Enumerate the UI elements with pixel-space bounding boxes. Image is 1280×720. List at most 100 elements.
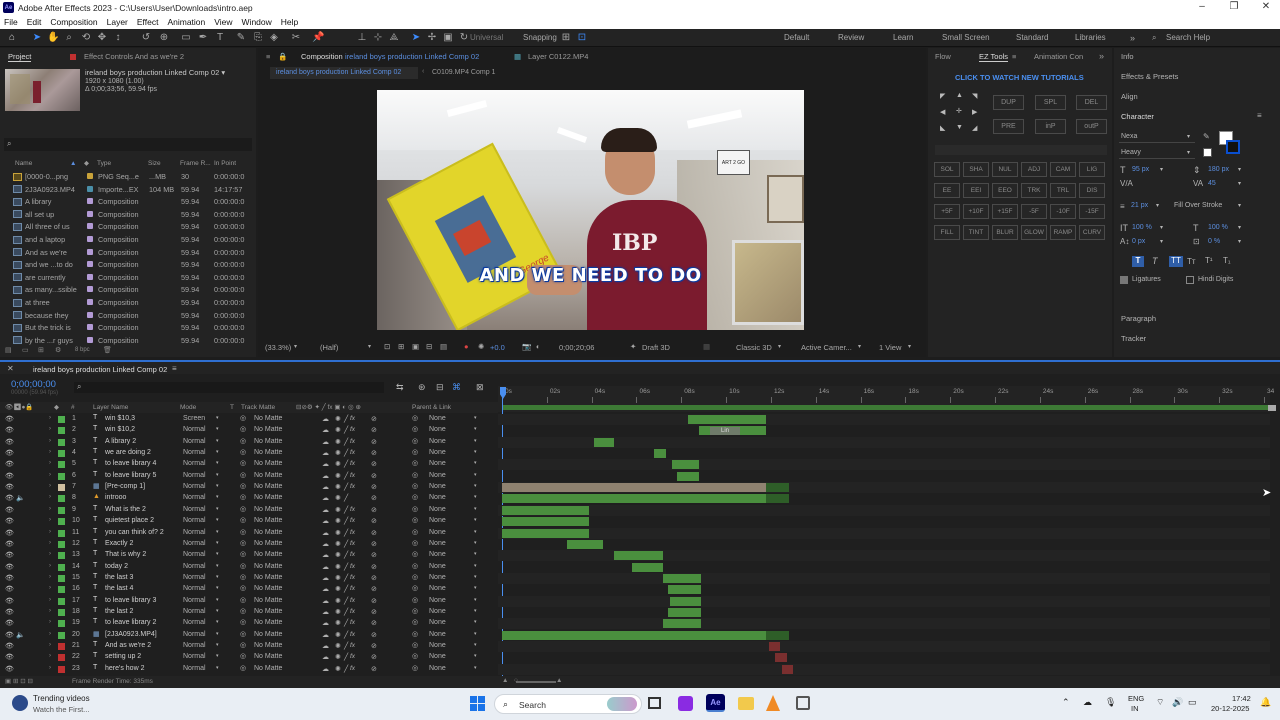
parent-chevron-icon[interactable]: ▾ bbox=[474, 438, 477, 444]
blend-mode-chevron-icon[interactable]: ▾ bbox=[216, 415, 219, 421]
expand-arrow-icon[interactable]: › bbox=[49, 608, 51, 614]
collapse-switch-icon[interactable]: ✺ bbox=[335, 529, 341, 537]
shy-switch-icon[interactable]: ☁ bbox=[322, 619, 329, 627]
parent-chevron-icon[interactable]: ▾ bbox=[474, 460, 477, 466]
tab-project[interactable]: Project bbox=[8, 52, 32, 62]
font-style-dropdown[interactable]: Heavy ▾ bbox=[1119, 148, 1195, 159]
track-matte-dropdown[interactable]: No Matte bbox=[254, 642, 282, 649]
paragraph-tab[interactable]: Paragraph bbox=[1121, 314, 1156, 323]
collapse-switch-icon[interactable]: ✺ bbox=[335, 483, 341, 491]
spl-button[interactable]: SPL bbox=[1035, 95, 1066, 110]
track-matte-dropdown[interactable]: No Matte bbox=[254, 597, 282, 604]
quality-switch-icon[interactable]: ╱ bbox=[344, 653, 348, 661]
vlc-app-icon[interactable] bbox=[766, 695, 780, 711]
zoom-slider-knob[interactable]: ○ bbox=[514, 677, 518, 684]
blend-mode-chevron-icon[interactable]: ▾ bbox=[216, 597, 219, 603]
language-secondary[interactable]: IN bbox=[1131, 704, 1139, 713]
comp-name-label[interactable]: ireland boys production Linked Comp 02 ▾ bbox=[85, 68, 225, 77]
menu-animation[interactable]: Animation bbox=[167, 17, 205, 27]
blend-mode-chevron-icon[interactable]: ▾ bbox=[216, 585, 219, 591]
parent-pickwhip-icon[interactable]: ◎ bbox=[412, 664, 418, 672]
zoom-slider[interactable] bbox=[516, 681, 556, 683]
parent-dropdown[interactable]: None bbox=[429, 653, 446, 660]
project-item[interactable]: A library Composition 59.94 0:00:00:0 bbox=[0, 195, 256, 208]
dup-button[interactable]: DUP bbox=[993, 95, 1024, 110]
ez-button-5f[interactable]: +5F bbox=[934, 204, 960, 219]
ligatures-checkbox[interactable] bbox=[1120, 276, 1128, 284]
layer-name[interactable]: we are doing 2 bbox=[105, 449, 151, 456]
collapse-switch-icon[interactable]: ✺ bbox=[335, 494, 341, 502]
extended-viewer-icon[interactable]: ▦ bbox=[703, 342, 710, 351]
parent-chevron-icon[interactable]: ▾ bbox=[474, 665, 477, 671]
ez-button-eei[interactable]: EEI bbox=[963, 183, 989, 198]
quality-switch-icon[interactable]: ╱ bbox=[344, 619, 348, 627]
project-item[interactable]: And as we're Composition 59.94 0:00:00:0 bbox=[0, 246, 256, 259]
visibility-eye-icon[interactable]: 👁 bbox=[5, 585, 14, 593]
tracking-chevron-icon[interactable]: ▾ bbox=[1238, 180, 1241, 187]
project-item[interactable]: and we ...to do Composition 59.94 0:00:00:0 bbox=[0, 258, 256, 271]
visibility-eye-icon[interactable]: 👁 bbox=[5, 506, 14, 514]
universal-select-icon[interactable]: ➤ bbox=[410, 32, 422, 44]
ez-menu-icon[interactable]: ≡ bbox=[1012, 52, 1016, 61]
layer-duration-bar[interactable] bbox=[566, 539, 603, 549]
workspace-learn[interactable]: Learn bbox=[893, 33, 913, 42]
matte-source-icon[interactable]: ◎ bbox=[240, 528, 246, 536]
selection-tool-icon[interactable]: ➤ bbox=[31, 32, 43, 44]
eyedropper-icon[interactable]: ✎ bbox=[1203, 132, 1210, 141]
fx-switch-icon[interactable]: fx bbox=[350, 653, 355, 660]
label-color-swatch[interactable] bbox=[87, 173, 93, 179]
expand-arrow-icon[interactable]: › bbox=[49, 619, 51, 625]
layer-duration-bar[interactable] bbox=[672, 460, 700, 470]
matte-source-icon[interactable]: ◎ bbox=[240, 414, 246, 422]
menu-edit[interactable]: Edit bbox=[27, 17, 42, 27]
matte-source-icon[interactable]: ◎ bbox=[240, 550, 246, 558]
snap-grid-icon[interactable]: ⊡ bbox=[576, 32, 588, 44]
expand-arrow-icon[interactable]: › bbox=[49, 426, 51, 432]
ez-button-sol[interactable]: SOL bbox=[934, 162, 960, 177]
collapse-switch-icon[interactable]: ✺ bbox=[335, 517, 341, 525]
parent-chevron-icon[interactable]: ▾ bbox=[474, 574, 477, 580]
visibility-eye-icon[interactable]: 👁 bbox=[5, 653, 14, 661]
toggle-switches-icon[interactable]: ▣ ⊞ ⊡ ⊟ bbox=[5, 677, 33, 685]
quality-switch-icon[interactable]: ╱ bbox=[344, 563, 348, 571]
quality-switch-icon[interactable]: ╱ bbox=[344, 426, 348, 434]
align-tab[interactable]: Align bbox=[1121, 92, 1138, 101]
blend-mode-chevron-icon[interactable]: ▾ bbox=[216, 665, 219, 671]
layer-name[interactable]: the last 2 bbox=[105, 608, 133, 615]
end-of-work-area-handle[interactable] bbox=[1268, 405, 1276, 411]
label-color-swatch[interactable] bbox=[58, 506, 65, 514]
fx-switch-icon[interactable]: fx bbox=[350, 551, 355, 558]
fx-switch-icon[interactable]: fx bbox=[350, 529, 355, 536]
tab-flow[interactable]: Flow bbox=[935, 52, 951, 61]
label-color-swatch[interactable] bbox=[58, 427, 65, 435]
parent-chevron-icon[interactable]: ▾ bbox=[474, 483, 477, 489]
label-color-swatch[interactable] bbox=[58, 450, 65, 458]
ez-button-nul[interactable]: NUL bbox=[992, 162, 1018, 177]
ez-button-5f[interactable]: -5F bbox=[1021, 204, 1047, 219]
label-color-swatch[interactable] bbox=[87, 185, 93, 192]
visibility-eye-icon[interactable]: 👁 bbox=[5, 540, 14, 548]
faux-italic-icon[interactable]: T bbox=[1152, 256, 1158, 266]
blend-mode-chevron-icon[interactable]: ▾ bbox=[216, 540, 219, 546]
fx-switch-icon[interactable]: fx bbox=[350, 540, 355, 547]
blend-mode-dropdown[interactable]: Normal bbox=[183, 574, 206, 581]
brush-tool-icon[interactable]: ✎ bbox=[235, 32, 247, 44]
anchor-tool-icon[interactable]: ⊕ bbox=[158, 32, 170, 44]
blend-mode-chevron-icon[interactable]: ▾ bbox=[216, 551, 219, 557]
visibility-eye-icon[interactable]: 👁 bbox=[5, 529, 14, 537]
more-workspaces-icon[interactable]: » bbox=[1130, 33, 1135, 43]
blend-mode-chevron-icon[interactable]: ▾ bbox=[216, 506, 219, 512]
new-comp-icon[interactable]: ⊞ bbox=[38, 346, 44, 354]
shy-switch-icon[interactable]: ☁ bbox=[322, 460, 329, 468]
label-color-swatch[interactable] bbox=[87, 261, 93, 268]
shy-switch-icon[interactable]: ☁ bbox=[322, 449, 329, 457]
layer-name[interactable]: win $10,3 bbox=[105, 415, 135, 422]
onedrive-icon[interactable]: ☁ bbox=[1083, 697, 1092, 708]
timeline-layer-row[interactable]: 👁 › 1 Twin $10,3 Screen ▾ ◎ No Matte ☁ ✺ ╱ fx ⊘ ◎ None… bbox=[0, 414, 1280, 425]
fx-switch-icon[interactable]: fx bbox=[350, 608, 355, 615]
expand-arrow-icon[interactable]: › bbox=[49, 483, 51, 489]
parent-dropdown[interactable]: None bbox=[429, 517, 446, 524]
fx-switch-icon[interactable]: fx bbox=[350, 517, 355, 524]
audio-speaker-icon[interactable]: 🔈 bbox=[16, 494, 25, 502]
parent-pickwhip-icon[interactable]: ◎ bbox=[412, 459, 418, 467]
